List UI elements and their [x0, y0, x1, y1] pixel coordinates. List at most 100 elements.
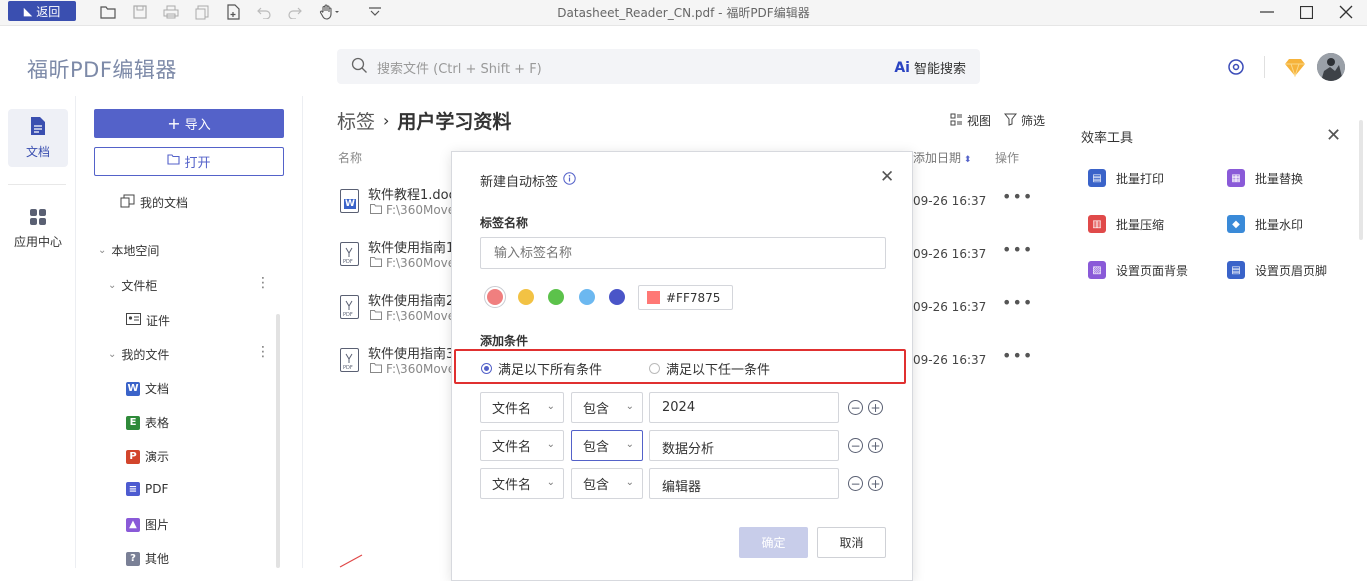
- rule-value-input[interactable]: 编辑器: [649, 468, 839, 499]
- more-vertical-icon[interactable]: ⋮: [256, 344, 270, 360]
- rail-label: 文档: [25, 145, 50, 159]
- word-file-icon: W: [340, 189, 359, 213]
- folder-icon: [370, 362, 382, 376]
- rule-field-value: 文件名: [492, 440, 532, 455]
- header-divider: [1264, 56, 1265, 78]
- nav-item-type[interactable]: W 文档: [126, 380, 169, 397]
- search-input[interactable]: 搜索文件 (Ctrl + Shift + F): [377, 58, 542, 77]
- rail-item-app-center[interactable]: 应用中心: [8, 200, 68, 258]
- tool-item[interactable]: ◆ 批量水印: [1227, 215, 1303, 233]
- rule-actions: − +: [848, 400, 883, 415]
- remove-rule-icon[interactable]: −: [848, 400, 863, 415]
- ai-logo-icon: Ai: [894, 59, 910, 76]
- radio-match-all[interactable]: 满足以下所有条件: [481, 359, 602, 378]
- more-vertical-icon[interactable]: ⋮: [256, 275, 270, 291]
- nav-item-type[interactable]: ≡ PDF: [126, 482, 168, 496]
- file-name[interactable]: 软件教程1.doc: [368, 184, 456, 203]
- svg-text:PDF: PDF: [343, 312, 353, 318]
- maximize-icon[interactable]: [1295, 2, 1317, 22]
- vip-diamond-icon[interactable]: [1284, 57, 1306, 81]
- column-header-date[interactable]: 添加日期 ⬍: [913, 149, 971, 166]
- settings-target-icon[interactable]: [1227, 58, 1245, 80]
- ai-search-button[interactable]: Ai 智能搜索: [894, 58, 966, 78]
- confirm-button[interactable]: 确定: [739, 527, 808, 558]
- rule-operator-select[interactable]: 包含 ⌄: [571, 430, 643, 461]
- rule-value-input[interactable]: 数据分析: [649, 430, 839, 461]
- add-rule-icon[interactable]: +: [868, 400, 883, 415]
- tools-close-icon[interactable]: ✕: [1326, 125, 1341, 146]
- rule-field-select[interactable]: 文件名 ⌄: [480, 392, 564, 423]
- nav-item-local-space[interactable]: ⌄ 本地空间: [98, 242, 159, 259]
- rule-operator-select[interactable]: 包含 ⌄: [571, 392, 643, 423]
- nav-item-certificate[interactable]: 证件: [126, 312, 170, 329]
- color-swatch[interactable]: [548, 289, 564, 305]
- search-bar[interactable]: 搜索文件 (Ctrl + Shift + F) Ai 智能搜索: [337, 49, 980, 84]
- chevron-down-icon: ⌄: [625, 401, 634, 412]
- file-name[interactable]: 软件使用指南3: [368, 343, 454, 362]
- color-swatch[interactable]: [609, 289, 625, 305]
- new-auto-tag-dialog: 新建自动标签 ✕ 标签名称 #FF7875 添加条件 满足以下所有条件 满足以下…: [451, 151, 913, 581]
- filter-button[interactable]: 筛选: [1003, 112, 1045, 129]
- import-button[interactable]: + 导入: [94, 109, 284, 138]
- nav-item-type[interactable]: ▲ 图片: [126, 516, 169, 533]
- nav-item-my-docs[interactable]: 我的文档: [120, 194, 188, 211]
- rail-item-documents[interactable]: 文档: [8, 109, 68, 167]
- color-swatch[interactable]: [578, 289, 595, 305]
- header-footer-icon: ▤: [1227, 261, 1245, 279]
- view-button[interactable]: 视图: [950, 112, 991, 129]
- tool-item[interactable]: ▥ 批量压缩: [1088, 215, 1164, 233]
- nav-item-type[interactable]: P 演示: [126, 448, 169, 465]
- cancel-button[interactable]: 取消: [817, 527, 886, 558]
- more-horizontal-icon[interactable]: •••: [1002, 293, 1033, 312]
- view-label: 视图: [967, 114, 992, 128]
- tag-name-input[interactable]: [480, 237, 886, 269]
- rule-field-value: 文件名: [492, 478, 532, 493]
- rule-operator-select[interactable]: 包含 ⌄: [571, 468, 643, 499]
- hex-color-field[interactable]: #FF7875: [638, 285, 733, 310]
- avatar[interactable]: [1317, 53, 1345, 81]
- tool-item[interactable]: ▦ 批量替换: [1227, 169, 1303, 187]
- tool-item[interactable]: ▤ 批量打印: [1088, 169, 1164, 187]
- rule-value-input[interactable]: 2024: [649, 392, 839, 423]
- right-scrollbar[interactable]: [1359, 120, 1363, 240]
- minimize-icon[interactable]: [1256, 2, 1278, 22]
- dialog-close-icon[interactable]: ✕: [880, 167, 894, 187]
- more-horizontal-icon[interactable]: •••: [1002, 346, 1033, 365]
- nav-label: 其他: [145, 552, 170, 566]
- nav-scrollbar[interactable]: [276, 314, 280, 568]
- column-header-name[interactable]: 名称: [338, 149, 362, 166]
- chevron-down-icon: ⌄: [546, 439, 555, 450]
- nav-item-type[interactable]: ? 其他: [126, 550, 169, 567]
- nav-item-type[interactable]: E 表格: [126, 414, 169, 431]
- info-icon[interactable]: [563, 172, 576, 189]
- tool-item[interactable]: ▨ 设置页面背景: [1088, 261, 1188, 279]
- more-horizontal-icon[interactable]: •••: [1002, 187, 1033, 206]
- add-rule-icon[interactable]: +: [868, 438, 883, 453]
- breadcrumb-root[interactable]: 标签: [337, 107, 375, 134]
- window-close-icon[interactable]: [1335, 2, 1357, 22]
- file-path-text: F:\360Move: [386, 203, 456, 217]
- nav-item-cabinet[interactable]: ⌄ 文件柜: [108, 277, 157, 294]
- nav-item-my-files[interactable]: ⌄ 我的文件: [108, 346, 169, 363]
- chevron-down-icon: ⌄: [546, 401, 555, 412]
- remove-rule-icon[interactable]: −: [848, 476, 863, 491]
- dialog-title-text: 新建自动标签: [480, 175, 559, 190]
- condition-label: 添加条件: [480, 334, 529, 348]
- radio-label: 满足以下任一条件: [666, 363, 771, 378]
- more-horizontal-icon[interactable]: •••: [1002, 240, 1033, 259]
- color-swatch[interactable]: [487, 289, 503, 305]
- tool-label: 批量压缩: [1116, 217, 1165, 232]
- rule-field-select[interactable]: 文件名 ⌄: [480, 430, 564, 461]
- remove-rule-icon[interactable]: −: [848, 438, 863, 453]
- radio-match-any[interactable]: 满足以下任一条件: [649, 359, 770, 378]
- file-name[interactable]: 软件使用指南1: [368, 237, 454, 256]
- open-button[interactable]: 打开: [94, 147, 284, 176]
- column-date-label: 添加日期: [913, 151, 962, 165]
- pdf-file-icon: PDF: [340, 295, 359, 319]
- add-rule-icon[interactable]: +: [868, 476, 883, 491]
- tool-item[interactable]: ▤ 设置页眉页脚: [1227, 261, 1327, 279]
- file-name[interactable]: 软件使用指南2: [368, 290, 454, 309]
- color-swatch[interactable]: [517, 289, 534, 305]
- search-icon: [351, 57, 368, 78]
- rule-field-select[interactable]: 文件名 ⌄: [480, 468, 564, 499]
